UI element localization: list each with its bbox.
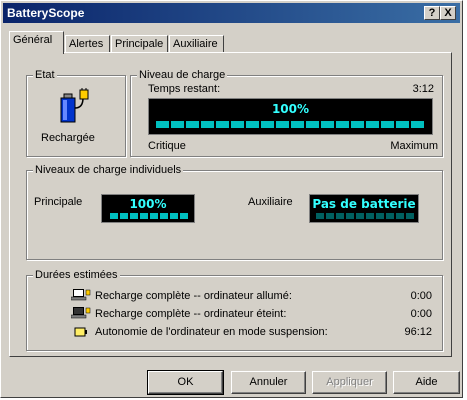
remaining-time-label: Temps restant: [148, 83, 221, 95]
maximum-label: Maximum [390, 140, 438, 152]
charge-segment [110, 213, 118, 219]
charge-segment [366, 213, 374, 219]
charge-segment [396, 121, 409, 128]
aux-battery-bar [316, 213, 414, 219]
charge-segment [396, 213, 404, 219]
charge-segment [160, 213, 168, 219]
charge-segment [386, 213, 394, 219]
charge-segment [316, 213, 324, 219]
charge-segment [366, 121, 379, 128]
charge-segment [130, 213, 138, 219]
laptop-plug-on-icon [71, 289, 91, 301]
charge-segment [246, 121, 259, 128]
tab-label: Auxiliaire [173, 38, 218, 50]
charge-segment [306, 121, 319, 128]
window-title: BatteryScope [7, 6, 85, 20]
title-bar[interactable]: BatteryScope ? X [3, 3, 460, 23]
battery-icon [74, 327, 87, 337]
duration-label: Recharge complète -- ordinateur allumé: [95, 290, 292, 302]
tab-label: Général [13, 34, 53, 46]
individual-levels-title: Niveaux de charge individuels [33, 163, 184, 177]
tab-alertes[interactable]: Alertes [65, 35, 110, 53]
tab-auxiliaire[interactable]: Auxiliaire [169, 35, 224, 53]
duration-value: 0:00 [410, 308, 432, 320]
duration-value: 96:12 [404, 326, 432, 338]
charge-segment [171, 121, 184, 128]
main-battery-percent: 100% [129, 197, 167, 211]
etat-status-text: Rechargée [41, 132, 95, 144]
charge-segment [276, 121, 289, 128]
charge-segment [411, 121, 424, 128]
remaining-time-value: 3:12 [412, 83, 434, 95]
charge-segment [231, 121, 244, 128]
niveau-group: Niveau de charge Temps restant: 3:12 100… [130, 68, 443, 157]
general-tab-panel: Etat Rechargée Niveau de charge Temps re… [9, 52, 452, 357]
charge-segment [170, 213, 178, 219]
charge-segment [321, 121, 334, 128]
charge-segment [336, 121, 349, 128]
duration-label: Recharge complète -- ordinateur éteint: [95, 308, 287, 320]
charge-segment [150, 213, 158, 219]
ok-button[interactable]: OK [147, 370, 224, 395]
charge-level-bar [156, 121, 424, 128]
charge-segment [120, 213, 128, 219]
charge-segment [156, 121, 169, 128]
charge-segment [180, 213, 188, 219]
main-battery-label: Principale [34, 196, 83, 208]
battery-scope-window: BatteryScope ? X Général Alertes Princip… [0, 0, 463, 398]
estimated-durations-group: Durées estimées Recharge complète -- ord… [26, 268, 443, 351]
laptop-plug-off-icon [71, 307, 91, 319]
main-battery-display: 100% [101, 194, 195, 223]
charge-level-display: 100% [148, 98, 433, 135]
charge-segment [216, 121, 229, 128]
charge-segment [140, 213, 148, 219]
duration-value: 0:00 [410, 290, 432, 302]
help-title-button[interactable]: ? [424, 6, 440, 20]
individual-levels-group: Niveaux de charge individuels Principale… [26, 163, 443, 260]
aux-battery-display: Pas de batterie [309, 194, 419, 223]
tab-label: Alertes [69, 38, 104, 50]
charge-segment [356, 213, 364, 219]
aux-battery-status: Pas de batterie [312, 197, 416, 211]
charge-segment [346, 213, 354, 219]
charge-segment [376, 213, 384, 219]
etat-group-title: Etat [33, 68, 57, 82]
aux-battery-label: Auxiliaire [248, 196, 293, 208]
charge-segment [291, 121, 304, 128]
charge-level-percent: 100% [271, 102, 310, 116]
critical-label: Critique [148, 140, 186, 152]
niveau-group-title: Niveau de charge [137, 68, 228, 82]
etat-group: Etat Rechargée [26, 68, 126, 157]
charge-segment [261, 121, 274, 128]
charge-segment [406, 213, 414, 219]
charge-segment [381, 121, 394, 128]
tab-label: Principale [115, 38, 164, 50]
cancel-button[interactable]: Annuler [231, 371, 306, 394]
help-button[interactable]: Aide [393, 371, 460, 394]
charge-segment [201, 121, 214, 128]
duration-label: Autonomie de l'ordinateur en mode suspen… [95, 326, 328, 338]
main-battery-bar [110, 213, 188, 219]
charge-segment [351, 121, 364, 128]
tab-principale[interactable]: Principale [111, 35, 168, 53]
charge-segment [336, 213, 344, 219]
apply-button[interactable]: Appliquer [312, 371, 387, 394]
estimated-durations-title: Durées estimées [33, 268, 120, 282]
charge-segment [186, 121, 199, 128]
tab-general[interactable]: Général [9, 31, 64, 54]
charge-segment [326, 213, 334, 219]
charged-battery-icon [60, 88, 89, 123]
close-title-button[interactable]: X [440, 6, 456, 20]
